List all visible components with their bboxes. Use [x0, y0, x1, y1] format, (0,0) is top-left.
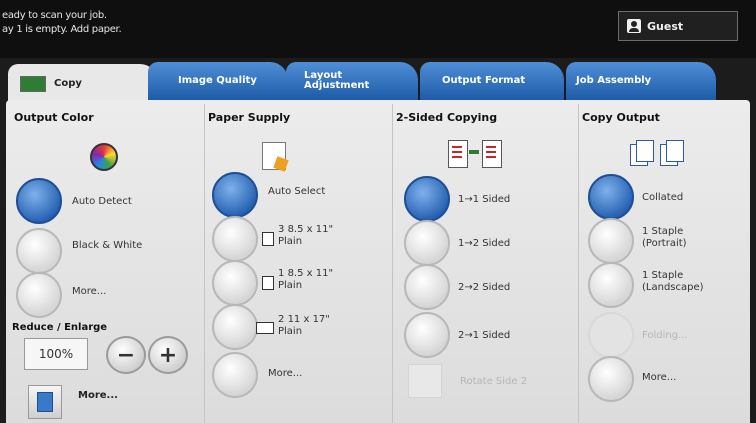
- radio-2-1-sided[interactable]: [404, 312, 450, 358]
- section-title: Paper Supply: [208, 111, 291, 124]
- zoom-percent[interactable]: 100%: [24, 338, 88, 370]
- section-divider: [578, 104, 579, 423]
- option-label: 2→2 Sided: [458, 282, 511, 293]
- more-label: More...: [78, 390, 118, 401]
- collate-icon: [630, 138, 690, 170]
- radio-paper-more[interactable]: [212, 352, 258, 398]
- tab-label: Copy: [54, 78, 82, 89]
- radio-tray-3[interactable]: [212, 216, 258, 262]
- section-title: Output Color: [14, 111, 94, 124]
- option-label: 1→2 Sided: [458, 238, 511, 249]
- user-button[interactable]: Guest: [618, 11, 738, 41]
- tray-label: 3 8.5 x 11" Plain: [278, 224, 334, 247]
- radio-auto-select[interactable]: [212, 172, 258, 218]
- user-icon: [627, 19, 641, 33]
- increase-button[interactable]: +: [148, 336, 188, 374]
- tab-bar: Copy Image Quality Layout Adjustment Out…: [0, 58, 756, 104]
- section-title: Copy Output: [582, 111, 660, 124]
- section-divider: [204, 104, 205, 423]
- option-label: Black & White: [72, 240, 143, 251]
- radio-2-2-sided[interactable]: [404, 264, 450, 310]
- paper-tray-icon: [262, 142, 286, 170]
- option-label: Auto Detect: [72, 196, 132, 207]
- paper-icon: [262, 276, 274, 290]
- radio-collated[interactable]: [588, 174, 634, 220]
- radio-black-white[interactable]: [16, 228, 62, 274]
- two-sided-section: 2-Sided Copying 1→1 Sided 1→2 Sided 2→2 …: [394, 100, 578, 423]
- radio-folding: [588, 312, 634, 358]
- status-message: ay 1 is empty. Add paper.: [2, 24, 122, 35]
- tab-label: Job Assembly: [576, 75, 652, 86]
- radio-tray-1[interactable]: [212, 260, 258, 306]
- status-bar: eady to scan your job. ay 1 is empty. Ad…: [0, 0, 756, 58]
- tab-output-format[interactable]: Output Format: [420, 62, 564, 100]
- tab-copy[interactable]: Copy: [8, 64, 158, 104]
- option-label: 1→1 Sided: [458, 194, 511, 205]
- copy-output-section: Copy Output Collated 1 Staple (Portrait) …: [580, 100, 748, 423]
- paper-icon: [256, 322, 274, 334]
- tray-label: 1 8.5 x 11" Plain: [278, 268, 334, 291]
- reduce-more-button[interactable]: [28, 385, 62, 419]
- option-label: More...: [642, 372, 677, 383]
- option-label: Rotate Side 2: [460, 376, 528, 387]
- radio-output-more[interactable]: [588, 356, 634, 402]
- tab-label: Image Quality: [178, 75, 257, 86]
- color-wheel-icon: [90, 143, 118, 171]
- paper-supply-section: Paper Supply Auto Select 3 8.5 x 11" Pla…: [206, 100, 392, 423]
- radio-staple-portrait[interactable]: [588, 218, 634, 264]
- section-divider: [392, 104, 393, 423]
- radio-staple-landscape[interactable]: [588, 262, 634, 308]
- radio-more-color[interactable]: [16, 272, 62, 318]
- duplex-icon: [448, 140, 502, 168]
- radio-1-2-sided[interactable]: [404, 220, 450, 266]
- option-label: Folding...: [642, 330, 688, 341]
- status-message: eady to scan your job.: [2, 10, 107, 21]
- option-label: More...: [268, 368, 303, 379]
- section-title: 2-Sided Copying: [396, 111, 498, 124]
- user-label: Guest: [647, 19, 684, 33]
- option-label: More...: [72, 286, 107, 297]
- reduce-enlarge-title: Reduce / Enlarge: [12, 322, 108, 333]
- output-color-section: Output Color Auto Detect Black & White M…: [6, 100, 202, 423]
- option-label: Collated: [642, 192, 684, 203]
- radio-tray-2[interactable]: [212, 304, 258, 350]
- tab-layout-adjustment[interactable]: Layout Adjustment: [286, 62, 418, 100]
- tab-image-quality[interactable]: Image Quality: [148, 62, 288, 100]
- option-label: 1 Staple (Landscape): [642, 270, 704, 293]
- tab-label: Output Format: [442, 75, 526, 86]
- copy-panel: Output Color Auto Detect Black & White M…: [6, 100, 750, 423]
- option-label: Auto Select: [268, 186, 326, 197]
- paper-icon: [262, 232, 274, 246]
- rotate-side-2-checkbox: [408, 364, 442, 398]
- decrease-button[interactable]: −: [106, 336, 146, 374]
- tab-label: Layout Adjustment: [304, 70, 370, 91]
- radio-auto-detect[interactable]: [16, 178, 62, 224]
- radio-1-1-sided[interactable]: [404, 176, 450, 222]
- copier-icon: [20, 76, 46, 92]
- tab-job-assembly[interactable]: Job Assembly: [566, 62, 716, 100]
- tray-label: 2 11 x 17" Plain: [278, 314, 330, 337]
- option-label: 2→1 Sided: [458, 330, 511, 341]
- option-label: 1 Staple (Portrait): [642, 226, 687, 249]
